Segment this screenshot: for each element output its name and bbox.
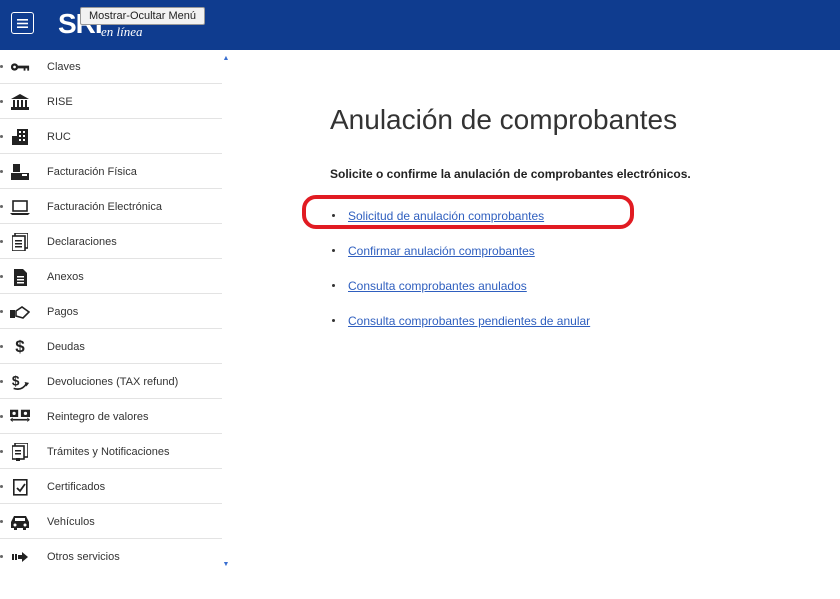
laptop-icon	[10, 197, 30, 217]
sidebar-item-label: Reintegro de valores	[47, 411, 149, 423]
money-exchange-icon	[10, 407, 30, 427]
sidebar-item-facturacion-electronica[interactable]: Facturación Electrónica	[0, 190, 222, 224]
sidebar-item-claves[interactable]: Claves	[0, 50, 222, 84]
sidebar-bullet	[0, 275, 3, 278]
sidebar-item-label: Certificados	[47, 481, 106, 493]
key-icon	[10, 57, 30, 77]
file-icon	[10, 267, 30, 287]
sidebar-item-certificados[interactable]: Certificados	[0, 470, 222, 504]
page-title: Anulación de comprobantes	[330, 104, 678, 135]
sidebar-item-label: Declaraciones	[47, 236, 117, 248]
sidebar-item-anexos[interactable]: Anexos	[0, 260, 222, 294]
main-content: Anulación de comprobantes Solicite o con…	[230, 50, 840, 599]
sidebar-item-label: Deudas	[47, 341, 85, 353]
page-subtitle: Solicite o confirme la anulación de comp…	[330, 167, 691, 181]
link-consulta-anulados[interactable]: Consulta comprobantes anulados	[348, 276, 527, 296]
sidebar-bullet	[0, 555, 3, 558]
sidebar-bullet	[0, 240, 3, 243]
list-bullet	[332, 319, 335, 322]
link-solicitud-anulacion[interactable]: Solicitud de anulación comprobantes	[348, 206, 544, 226]
bank-icon	[10, 92, 30, 112]
sidebar-bullet	[0, 135, 3, 138]
sidebar: ▲ Claves RISE RUC Facturación Física Fac…	[0, 50, 230, 572]
sidebar-item-otros-servicios[interactable]: Otros servicios	[0, 540, 222, 574]
sidebar-item-label: RISE	[47, 96, 73, 108]
list-bullet	[332, 214, 335, 217]
sidebar-bullet	[0, 310, 3, 313]
list-bullet	[332, 284, 335, 287]
menu-toggle-button[interactable]	[11, 12, 34, 34]
payment-hand-icon	[10, 302, 30, 322]
sidebar-bullet	[0, 485, 3, 488]
sidebar-bullet	[0, 345, 3, 348]
sidebar-item-pagos[interactable]: Pagos	[0, 295, 222, 329]
sidebar-item-label: Trámites y Notificaciones	[47, 446, 170, 458]
sidebar-item-label: Pagos	[47, 306, 79, 318]
svg-text:$: $	[12, 374, 20, 389]
sidebar-item-label: Vehículos	[47, 516, 95, 528]
link-consulta-pendientes[interactable]: Consulta comprobantes pendientes de anul…	[348, 311, 590, 331]
document-icon	[10, 232, 30, 252]
sidebar-item-label: Anexos	[47, 271, 84, 283]
refund-icon: $	[10, 372, 30, 392]
sidebar-item-label: Claves	[47, 61, 81, 73]
sidebar-bullet	[0, 205, 3, 208]
sidebar-item-label: Facturación Electrónica	[47, 201, 162, 213]
scroll-up-arrow[interactable]: ▲	[222, 54, 230, 62]
list-bullet	[332, 249, 335, 252]
printer-icon	[10, 162, 30, 182]
certificate-icon	[10, 477, 30, 497]
arrow-right-icon	[10, 547, 30, 567]
sidebar-item-deudas[interactable]: $ Deudas	[0, 330, 222, 364]
sidebar-bullet	[0, 450, 3, 453]
sidebar-item-vehiculos[interactable]: Vehículos	[0, 505, 222, 539]
logo-subtext: en línea	[101, 24, 143, 39]
notification-doc-icon	[10, 442, 30, 462]
car-icon	[10, 512, 30, 532]
building-icon	[10, 127, 30, 147]
sidebar-bullet	[0, 100, 3, 103]
top-bar: SRI en línea Mostrar-Ocultar Menú	[0, 0, 840, 50]
hamburger-icon	[17, 18, 28, 28]
menu-tooltip: Mostrar-Ocultar Menú	[80, 7, 205, 25]
sidebar-item-tramites[interactable]: Trámites y Notificaciones	[0, 435, 222, 469]
sidebar-item-ruc[interactable]: RUC	[0, 120, 222, 154]
dollar-icon: $	[15, 337, 25, 356]
sidebar-item-label: RUC	[47, 131, 71, 143]
sidebar-bullet	[0, 65, 3, 68]
sidebar-bullet	[0, 415, 3, 418]
sidebar-item-label: Devoluciones (TAX refund)	[47, 376, 179, 388]
sidebar-item-facturacion-fisica[interactable]: Facturación Física	[0, 155, 222, 189]
sidebar-item-rise[interactable]: RISE	[0, 85, 222, 119]
sidebar-item-declaraciones[interactable]: Declaraciones	[0, 225, 222, 259]
sidebar-bullet	[0, 170, 3, 173]
scroll-down-arrow[interactable]: ▼	[222, 560, 230, 568]
sidebar-bullet	[0, 520, 3, 523]
link-confirmar-anulacion[interactable]: Confirmar anulación comprobantes	[348, 241, 535, 261]
sidebar-item-label: Otros servicios	[47, 551, 120, 563]
sidebar-item-reintegro[interactable]: Reintegro de valores	[0, 400, 222, 434]
sidebar-bullet	[0, 380, 3, 383]
sidebar-item-label: Facturación Física	[47, 166, 137, 178]
sidebar-item-devoluciones[interactable]: $ Devoluciones (TAX refund)	[0, 365, 222, 399]
